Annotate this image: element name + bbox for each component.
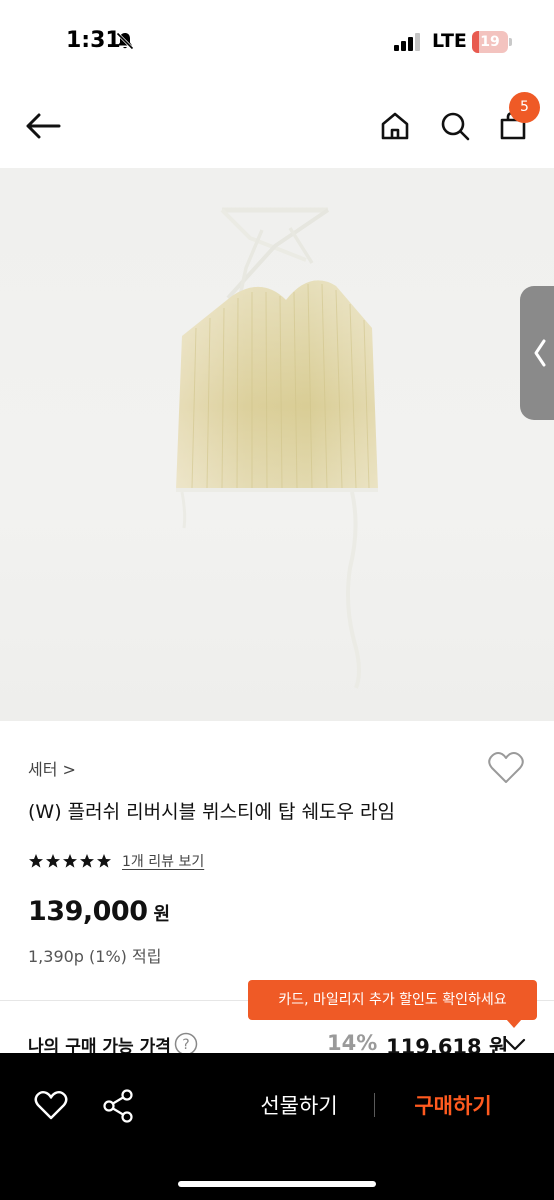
star-icon bbox=[46, 854, 60, 868]
wishlist-button[interactable] bbox=[486, 748, 526, 788]
halter-top-image bbox=[176, 207, 378, 689]
cart-count-badge: 5 bbox=[509, 92, 540, 123]
my-discount-rate: 14% bbox=[327, 1031, 378, 1055]
bar-divider bbox=[374, 1093, 375, 1117]
home-button[interactable] bbox=[372, 104, 418, 148]
home-icon bbox=[381, 112, 409, 140]
arrow-left-icon bbox=[26, 113, 61, 139]
bell-slash-icon bbox=[116, 32, 134, 50]
back-button[interactable] bbox=[18, 104, 68, 148]
side-tab-toggle[interactable] bbox=[520, 286, 554, 420]
star-icon bbox=[80, 854, 94, 868]
price-unit: 원 bbox=[153, 904, 171, 925]
product-image[interactable] bbox=[0, 168, 554, 721]
status-bar: 1:31 LTE 19 bbox=[0, 0, 554, 84]
share-button[interactable] bbox=[98, 1085, 140, 1127]
status-time: 1:31 bbox=[66, 28, 121, 53]
svg-text:?: ? bbox=[182, 1037, 189, 1053]
battery-percent: 19 bbox=[480, 34, 500, 50]
chevron-left-icon bbox=[534, 339, 546, 367]
home-indicator bbox=[178, 1181, 376, 1187]
rating-row: 1개 리뷰 보기 bbox=[28, 851, 204, 871]
like-button[interactable] bbox=[30, 1085, 72, 1127]
search-button[interactable] bbox=[432, 104, 478, 148]
buy-button[interactable]: 구매하기 bbox=[394, 1085, 512, 1127]
star-icon bbox=[97, 854, 111, 868]
battery-indicator: 19 bbox=[472, 31, 512, 53]
bottom-action-bar: 선물하기 구매하기 bbox=[0, 1053, 554, 1200]
signal-icon bbox=[394, 33, 420, 51]
share-icon bbox=[103, 1089, 133, 1123]
tooltip-arrow bbox=[506, 1019, 522, 1028]
top-nav bbox=[0, 84, 554, 168]
category-breadcrumb[interactable]: 세터 > bbox=[28, 756, 76, 780]
star-rating bbox=[28, 853, 112, 869]
gift-button[interactable]: 선물하기 bbox=[240, 1085, 358, 1127]
discount-tooltip[interactable]: 카드, 마일리지 추가 할인도 확인하세요 bbox=[248, 980, 537, 1020]
product-price: 139,000 bbox=[28, 896, 148, 927]
product-title: (W) 플러쉬 리버시블 뷔스티에 탑 쉐도우 라임 bbox=[28, 801, 396, 823]
points-info: 1,390p (1%) 적립 bbox=[28, 947, 162, 966]
heart-icon bbox=[488, 752, 524, 783]
chevron-down-icon[interactable] bbox=[504, 1036, 526, 1052]
star-icon bbox=[63, 854, 77, 868]
search-icon bbox=[441, 112, 470, 141]
star-icon bbox=[29, 854, 43, 868]
price-row: 139,000 원 bbox=[28, 896, 170, 927]
network-label: LTE bbox=[432, 30, 467, 52]
review-link[interactable]: 1개 리뷰 보기 bbox=[122, 851, 204, 871]
heart-outline-icon bbox=[34, 1090, 68, 1120]
